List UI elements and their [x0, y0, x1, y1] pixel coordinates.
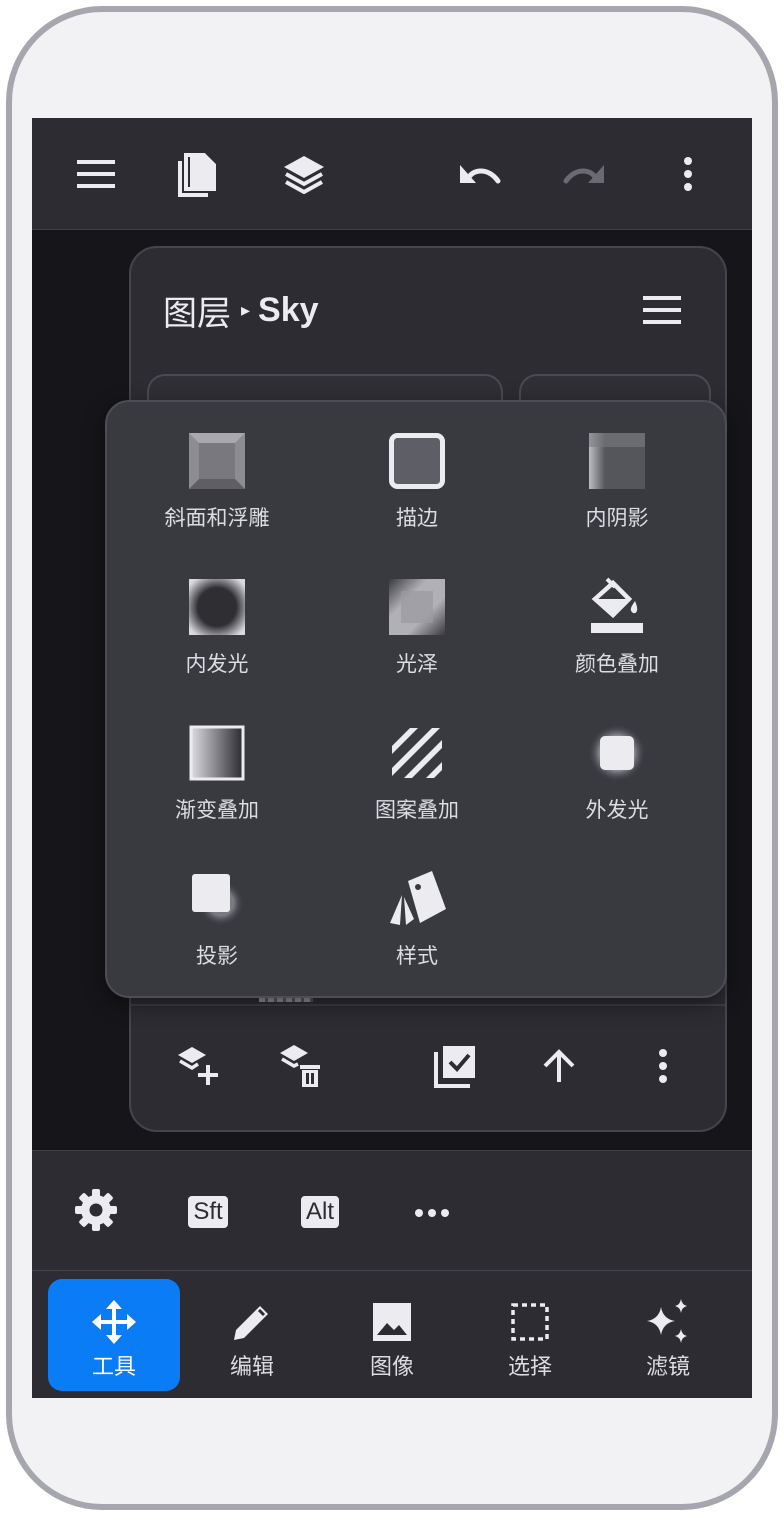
nav-label: 选择 [507, 1355, 552, 1380]
drop-shadow-icon [188, 870, 246, 928]
layers-menu-button[interactable] [643, 290, 691, 330]
style-label: 颜色叠加 [575, 652, 659, 676]
modifier-bar: Sft Alt [32, 1150, 752, 1270]
menu-button[interactable] [64, 144, 128, 204]
alt-key-label: Alt [300, 1196, 339, 1228]
breadcrumb-separator: ▸ [241, 300, 251, 321]
documents-icon [178, 151, 218, 197]
nav-label: 滤镜 [645, 1355, 690, 1380]
style-label: 投影 [196, 944, 238, 968]
bottom-navigation: 工具 编辑 图像 选择 滤镜 [32, 1270, 752, 1398]
current-layer-name: Sky [258, 291, 319, 329]
style-label: 外发光 [585, 798, 649, 822]
style-label: 光泽 [396, 652, 438, 676]
undo-button[interactable] [448, 144, 512, 204]
menu-icon [77, 160, 115, 188]
pencil-icon [229, 1299, 275, 1345]
merge-layer-icon [433, 1044, 477, 1092]
style-drop-shadow[interactable]: 投影 [117, 840, 317, 980]
documents-button[interactable] [166, 144, 230, 204]
style-label: 渐变叠加 [175, 798, 259, 822]
gradient-overlay-icon [188, 724, 246, 782]
style-inner-shadow[interactable]: 内阴影 [517, 402, 717, 542]
nav-label: 工具 [91, 1355, 136, 1380]
sparkle-icon [645, 1299, 691, 1345]
color-overlay-icon [588, 577, 646, 636]
style-outer-glow[interactable]: 外发光 [517, 694, 717, 834]
layers-icon [282, 154, 326, 194]
image-icon [369, 1299, 415, 1345]
shift-key-button[interactable]: Sft [178, 1179, 238, 1245]
delete-layer-icon [278, 1043, 324, 1093]
move-icon [91, 1299, 137, 1345]
add-layer-icon [176, 1043, 222, 1093]
pattern-overlay-icon [388, 724, 446, 782]
layers-breadcrumb: 图层 ▸ Sky [163, 286, 319, 335]
style-bevel-emboss[interactable]: 斜面和浮雕 [117, 402, 317, 542]
style-label: 内发光 [185, 652, 249, 676]
more-horiz-icon [415, 1203, 449, 1222]
style-label: 图案叠加 [375, 798, 459, 822]
alt-key-button[interactable]: Alt [290, 1179, 350, 1245]
style-label: 描边 [396, 506, 438, 530]
layer-style-menu: 斜面和浮雕 描边 内阴影 内发光 光泽 颜色叠加 渐变叠加 图案叠加 外发光 投… [105, 400, 727, 998]
layers-title: 图层 [163, 294, 231, 334]
inner-shadow-icon [588, 432, 646, 490]
redo-button[interactable] [552, 144, 616, 204]
layers-footer-toolbar [131, 1004, 725, 1132]
nav-label: 编辑 [229, 1355, 274, 1380]
delete-layer-button[interactable] [267, 1034, 335, 1102]
top-toolbar [32, 118, 752, 230]
style-inner-glow[interactable]: 内发光 [117, 548, 317, 688]
inner-glow-icon [188, 578, 246, 636]
nav-edit[interactable]: 编辑 [186, 1279, 318, 1391]
style-stroke[interactable]: 描边 [317, 402, 517, 542]
satin-icon [388, 578, 446, 636]
bevel-emboss-icon [188, 432, 246, 490]
style-satin[interactable]: 光泽 [317, 548, 517, 688]
selection-icon [507, 1299, 553, 1345]
menu-icon [643, 296, 681, 328]
nav-filters[interactable]: 滤镜 [602, 1279, 734, 1391]
nav-tools[interactable]: 工具 [48, 1279, 180, 1391]
more-vert-icon [683, 157, 693, 191]
layer-more-button[interactable] [629, 1034, 697, 1102]
more-button[interactable] [656, 144, 720, 204]
nav-image[interactable]: 图像 [326, 1279, 458, 1391]
move-layer-up-button[interactable] [525, 1034, 593, 1102]
move-up-icon [541, 1048, 577, 1088]
app-screen: 图层 ▸ Sky 斜面和浮雕 描边 内阴影 内发光 光泽 颜色叠加 渐变叠加 图… [32, 118, 752, 1398]
style-styles[interactable]: 样式 [317, 840, 517, 980]
shift-key-label: Sft [188, 1196, 228, 1228]
settings-button[interactable] [68, 1179, 124, 1245]
style-label: 样式 [396, 944, 438, 968]
undo-icon [458, 159, 502, 189]
style-label: 斜面和浮雕 [164, 506, 270, 530]
outer-glow-icon [588, 724, 646, 782]
layers-button[interactable] [272, 144, 336, 204]
add-layer-button[interactable] [165, 1034, 233, 1102]
stroke-icon [388, 432, 446, 490]
gear-icon [75, 1189, 117, 1235]
redo-icon [562, 159, 606, 189]
nav-select[interactable]: 选择 [464, 1279, 596, 1391]
style-color-overlay[interactable]: 颜色叠加 [517, 548, 717, 688]
nav-label: 图像 [369, 1355, 414, 1380]
more-vert-icon [658, 1049, 668, 1087]
styles-icon [388, 870, 446, 928]
style-label: 内阴影 [585, 506, 649, 530]
merge-layer-button[interactable] [421, 1034, 489, 1102]
style-gradient-overlay[interactable]: 渐变叠加 [117, 694, 317, 834]
more-keys-button[interactable] [404, 1179, 460, 1245]
style-pattern-overlay[interactable]: 图案叠加 [317, 694, 517, 834]
